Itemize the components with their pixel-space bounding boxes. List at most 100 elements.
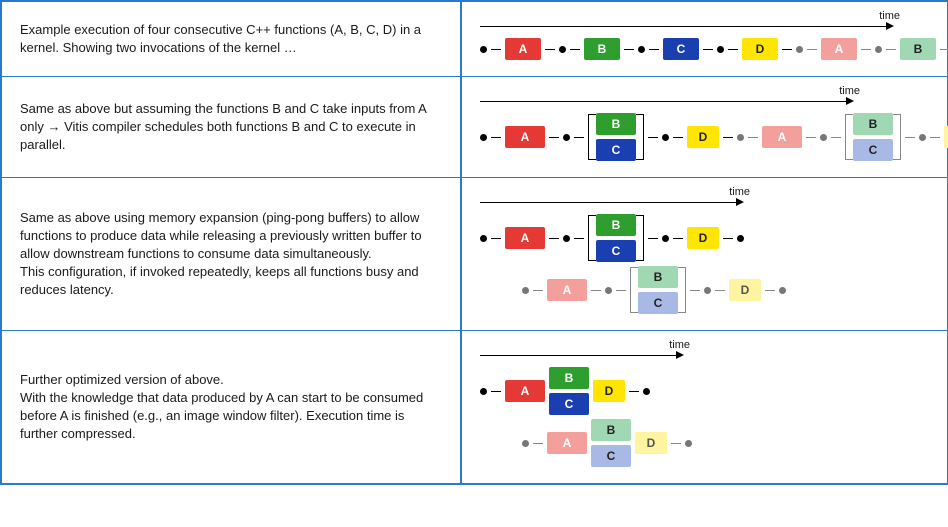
function-block-b-faded: B xyxy=(591,419,631,441)
function-block-d: D xyxy=(593,380,625,402)
connector-dot xyxy=(737,134,744,141)
arrow-icon xyxy=(676,351,684,359)
description-cell-3: Further optimized version of above. With… xyxy=(1,331,461,484)
description-cell-2: Same as above using memory expansion (pi… xyxy=(1,178,461,331)
connector-dot xyxy=(643,388,650,395)
pipeline-row: A BC D xyxy=(480,214,930,262)
connector-dot xyxy=(704,287,711,294)
connector-segment xyxy=(624,49,634,50)
function-block-c: C xyxy=(596,240,636,262)
arrow-icon xyxy=(736,198,744,206)
connector-segment xyxy=(930,137,940,138)
connector-dot xyxy=(820,134,827,141)
connector-segment xyxy=(616,290,626,291)
pipeline-row: ABCD xyxy=(522,419,930,467)
connector-dot xyxy=(563,235,570,242)
connector-dot xyxy=(480,235,487,242)
pipeline-row: ABCDABCD xyxy=(480,38,930,60)
function-block-b-faded: B xyxy=(900,38,936,60)
connector-segment xyxy=(491,49,501,50)
function-block-a: A xyxy=(505,227,545,249)
connector-segment xyxy=(648,137,658,138)
connector-segment xyxy=(649,49,659,50)
function-block-c-faded: C xyxy=(591,445,631,467)
time-label: time xyxy=(669,339,690,351)
description-text: Same as above but assuming the functions… xyxy=(20,100,442,155)
parallel-split: BC xyxy=(630,266,686,314)
connector-segment xyxy=(765,290,775,291)
function-block-b-faded: B xyxy=(638,266,678,288)
diagram-table: Example execution of four consecutive C+… xyxy=(0,0,948,485)
time-axis: time xyxy=(480,14,900,32)
connector-dot xyxy=(522,287,529,294)
function-block-b: B xyxy=(596,214,636,236)
description-text: Example execution of four consecutive C+… xyxy=(20,21,442,57)
connector-segment xyxy=(728,49,738,50)
function-block-c: C xyxy=(663,38,699,60)
connector-dot xyxy=(875,46,882,53)
description-text: Same as above using memory expansion (pi… xyxy=(20,209,442,300)
connector-segment xyxy=(861,49,871,50)
connector-dot xyxy=(919,134,926,141)
connector-segment xyxy=(723,238,733,239)
connector-dot xyxy=(779,287,786,294)
pipeline-row: ABCDABCD xyxy=(480,113,930,161)
function-block-b: B xyxy=(584,38,620,60)
connector-segment xyxy=(591,290,601,291)
connector-segment xyxy=(491,137,501,138)
diagram-cell-0: timeABCDABCD xyxy=(461,1,948,77)
diagram-cell-2: timeABCDABCD xyxy=(461,178,948,331)
connector-dot xyxy=(480,388,487,395)
description-cell-0: Example execution of four consecutive C+… xyxy=(1,1,461,77)
connector-segment xyxy=(703,49,713,50)
connector-segment xyxy=(671,443,681,444)
connector-segment xyxy=(831,137,841,138)
connector-dot xyxy=(480,134,487,141)
time-axis: time xyxy=(480,89,860,107)
connector-segment xyxy=(491,391,501,392)
connector-segment xyxy=(807,49,817,50)
connector-segment xyxy=(549,238,559,239)
function-block-c: C xyxy=(549,393,589,415)
connector-segment xyxy=(574,238,584,239)
connector-dot xyxy=(685,440,692,447)
parallel-split: BC xyxy=(588,113,644,161)
description-cell-1: Same as above but assuming the functions… xyxy=(1,77,461,178)
parallel-split: BC xyxy=(845,113,901,161)
function-block-b: B xyxy=(596,113,636,135)
time-axis: time xyxy=(480,343,690,361)
connector-dot xyxy=(717,46,724,53)
function-block-a: A xyxy=(505,126,545,148)
connector-segment xyxy=(886,49,896,50)
function-block-d: D xyxy=(687,126,719,148)
connector-segment xyxy=(940,49,948,50)
connector-segment xyxy=(673,238,683,239)
connector-segment xyxy=(673,137,683,138)
function-block-a: A xyxy=(505,38,541,60)
connector-segment xyxy=(723,137,733,138)
pipeline-row: ABCD xyxy=(522,266,930,314)
connector-segment xyxy=(549,137,559,138)
function-block-c: C xyxy=(596,139,636,161)
connector-segment xyxy=(491,238,501,239)
connector-dot xyxy=(638,46,645,53)
connector-dot xyxy=(480,46,487,53)
connector-dot xyxy=(662,235,669,242)
connector-segment xyxy=(574,137,584,138)
connector-dot xyxy=(737,235,744,242)
connector-segment xyxy=(570,49,580,50)
description-text: Further optimized version of above. With… xyxy=(20,371,442,444)
function-block-d: D xyxy=(687,227,719,249)
connector-dot xyxy=(796,46,803,53)
connector-dot xyxy=(522,440,529,447)
function-block-d-faded: D xyxy=(944,126,948,148)
arrow-icon xyxy=(846,97,854,105)
function-block-d-faded: D xyxy=(729,279,761,301)
time-axis: time xyxy=(480,190,750,208)
function-block-c-faded: C xyxy=(853,139,893,161)
time-label: time xyxy=(879,10,900,22)
pipeline-row: ABCD xyxy=(480,367,930,415)
connector-segment xyxy=(629,391,639,392)
time-label: time xyxy=(839,85,860,97)
connector-segment xyxy=(782,49,792,50)
